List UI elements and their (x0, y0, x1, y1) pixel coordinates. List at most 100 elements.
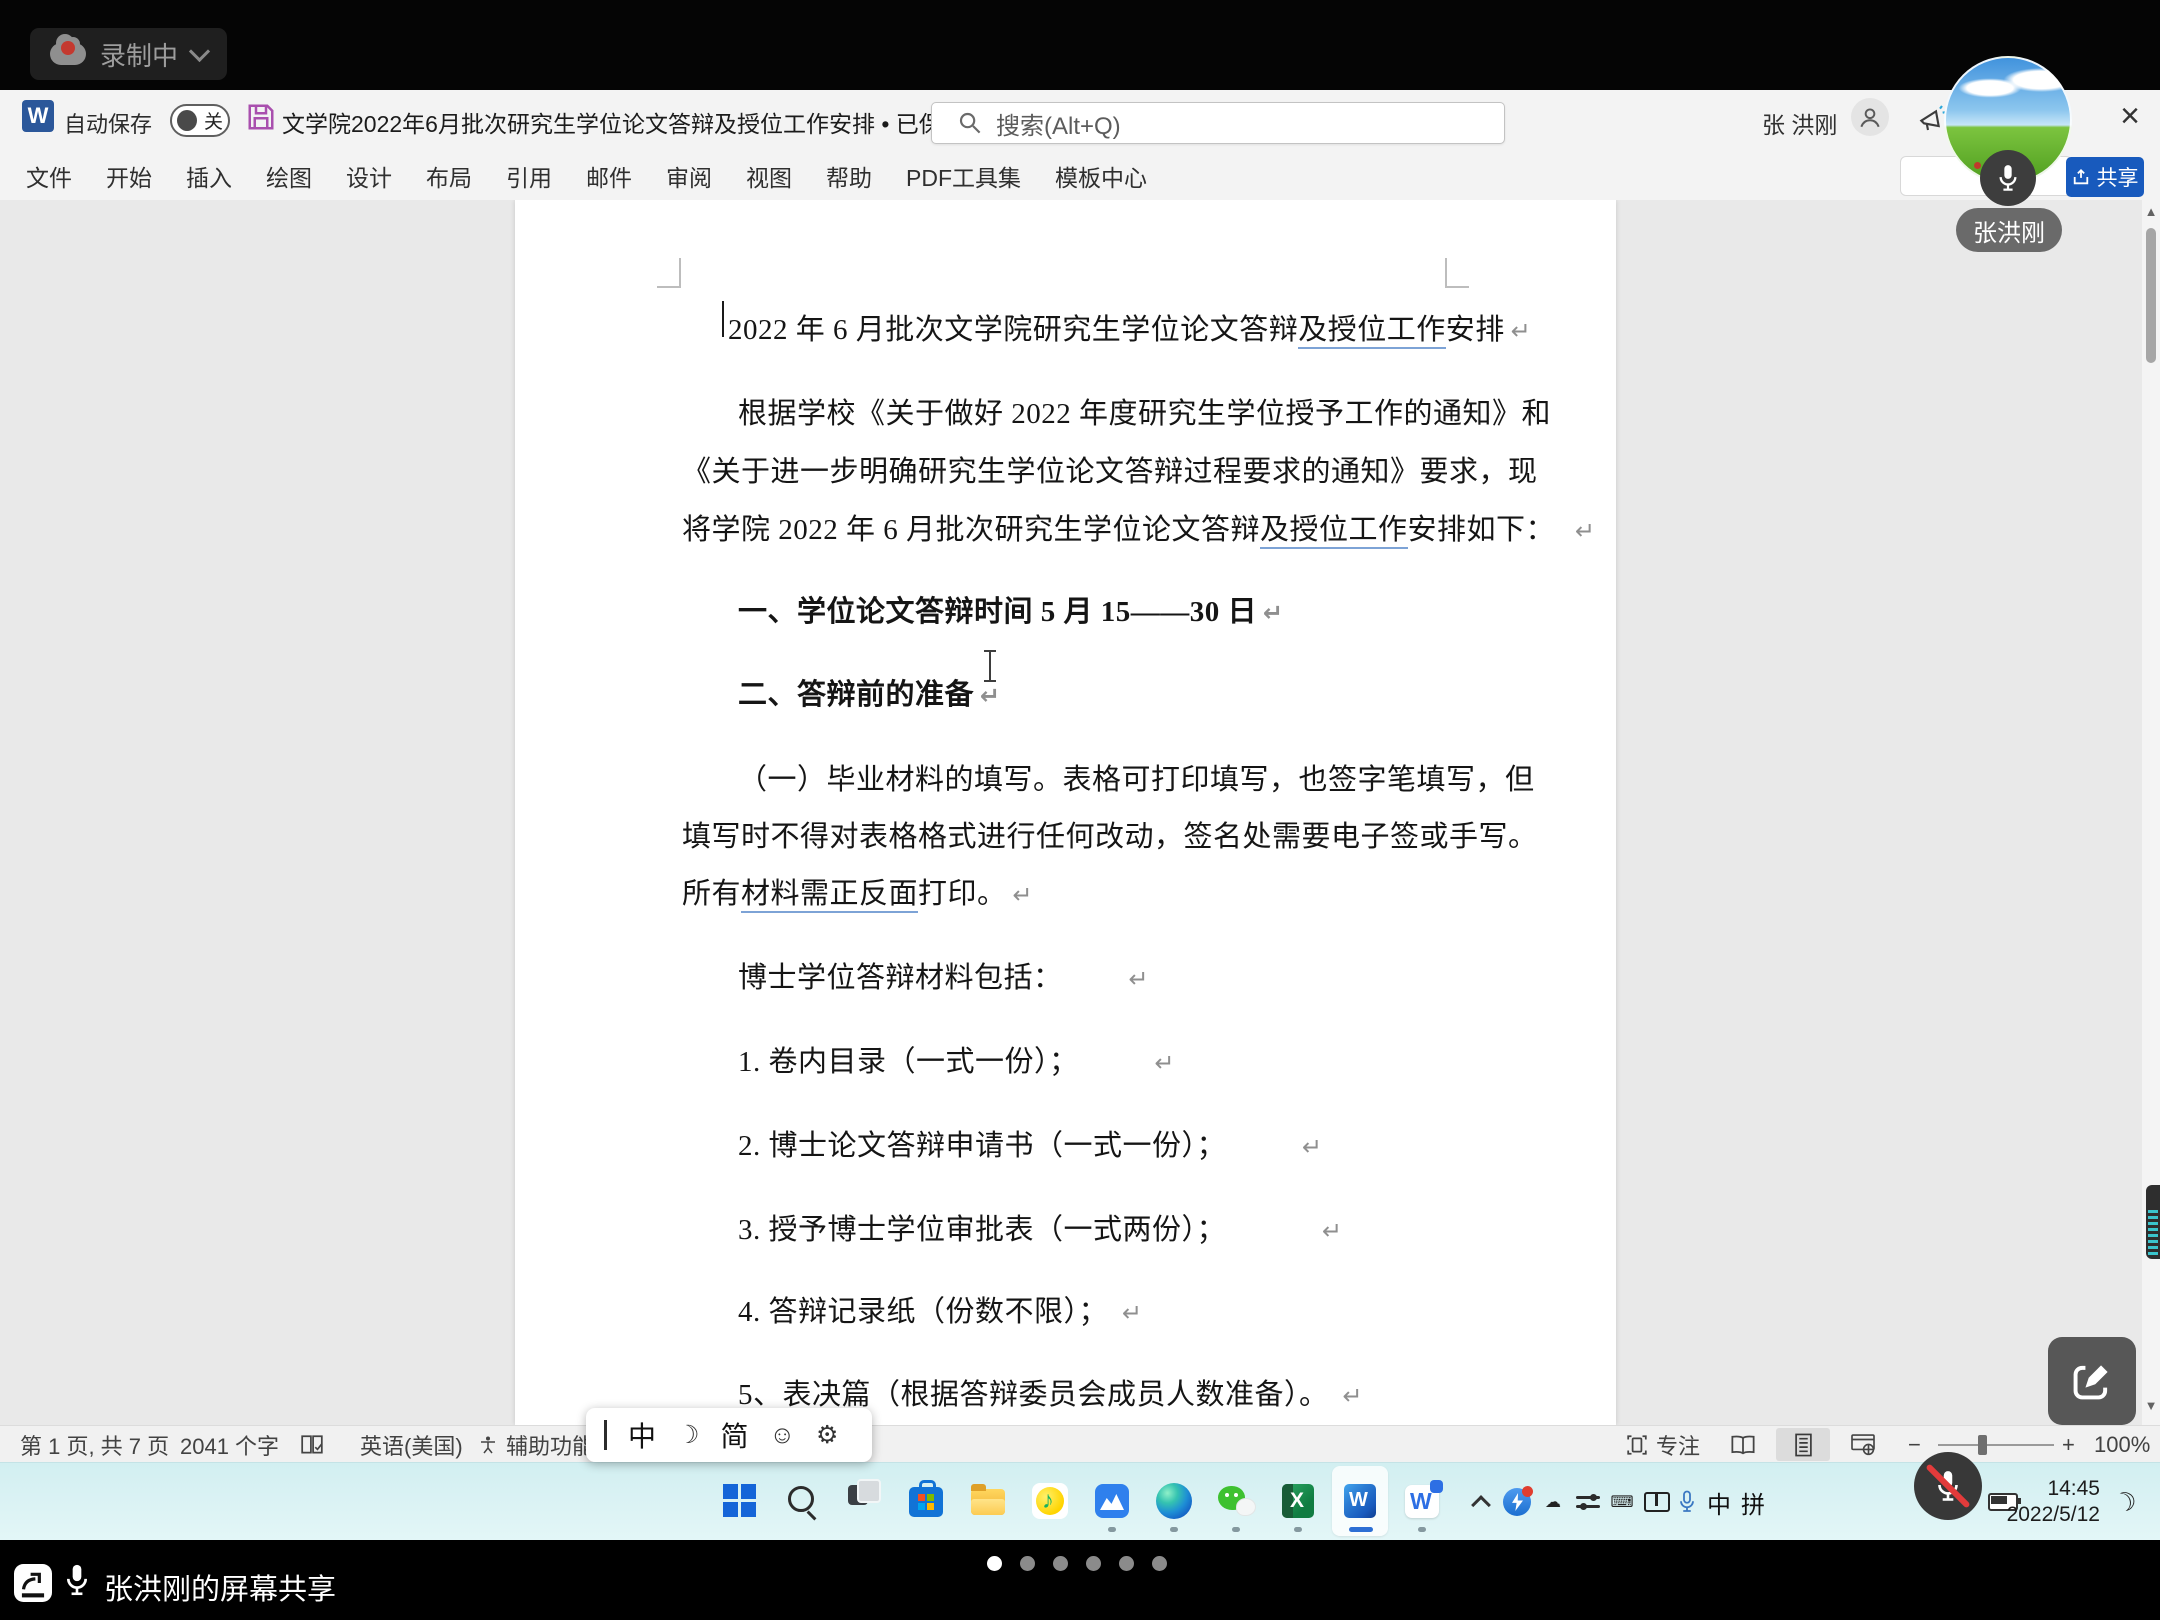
screen: 录制中 W 自动保存 关 文学院2022年6月批次研究生学位论文答辩及授位工作安… (0, 0, 2160, 1620)
taskbar-app-edge[interactable] (1146, 1466, 1202, 1536)
zoom-level[interactable]: 100% (2094, 1426, 2150, 1463)
tab-邮件[interactable]: 邮件 (586, 159, 632, 193)
wps-icon (1402, 1481, 1442, 1521)
page-dots[interactable] (987, 1556, 1167, 1571)
scroll-down-icon[interactable]: ▼ (2142, 1398, 2160, 1413)
print-layout-button[interactable] (1776, 1428, 1830, 1461)
user-avatar[interactable] (1851, 98, 1889, 136)
tab-引用[interactable]: 引用 (506, 159, 552, 193)
read-mode-button[interactable] (1716, 1428, 1770, 1461)
taskbar-app-store[interactable] (898, 1466, 954, 1536)
screen-share-banner-label: 张洪刚的屏幕共享 (104, 1566, 336, 1608)
document-text-line: 填写时不得对表格格式进行任何改动，签名处需要电子签或手写。 (682, 813, 1538, 855)
tab-插入[interactable]: 插入 (186, 159, 232, 193)
screen-share-icon (14, 1564, 52, 1602)
scroll-up-icon[interactable]: ▲ (2142, 204, 2160, 219)
recording-label: 录制中 (100, 36, 178, 73)
scrollbar-thumb[interactable] (2146, 228, 2156, 363)
search-icon (782, 1481, 822, 1521)
zoom-out-button[interactable]: − (1908, 1426, 1921, 1463)
page-dot (1086, 1556, 1101, 1571)
tray-app-lightning-icon[interactable] (1500, 1463, 1534, 1541)
tab-帮助[interactable]: 帮助 (826, 159, 872, 193)
taskbar-app-search[interactable] (774, 1466, 830, 1536)
ime-mode-chinese[interactable]: 中 (628, 1415, 656, 1455)
margin-crop-mark (657, 258, 681, 288)
taskbar-app-word[interactable] (1332, 1466, 1388, 1536)
zoom-slider-track[interactable] (1938, 1444, 2054, 1446)
tray-keyboard-icon[interactable]: ⌨ (1604, 1463, 1640, 1541)
document-area: 2022 年 6 月批次文学院研究生学位论文答辩及授位工作安排↵ 根据学校《关于做… (0, 200, 2160, 1425)
zoom-slider-thumb[interactable] (1978, 1435, 1987, 1455)
tray-ime-pinyin[interactable]: 拼 (1736, 1463, 1770, 1541)
document-page[interactable]: 2022 年 6 月批次文学院研究生学位论文答辩及授位工作安排↵ 根据学校《关于做… (515, 200, 1616, 1425)
proofing-icon (300, 1434, 324, 1456)
tab-PDF工具集[interactable]: PDF工具集 (906, 159, 1021, 193)
user-name[interactable]: 张 洪刚 (1762, 106, 1837, 140)
edge-icon (1154, 1481, 1194, 1521)
taskbar-app-wps[interactable] (1394, 1466, 1450, 1536)
ime-settings-gear-icon[interactable]: ⚙ (816, 1420, 838, 1450)
ime-emoji-icon[interactable]: ☺ (769, 1421, 795, 1450)
document-text-line: 二、答辩前的准备↵ (738, 671, 1001, 713)
focus-label: 专注 (1656, 1429, 1700, 1461)
tab-模板中心[interactable]: 模板中心 (1055, 159, 1147, 193)
focus-button[interactable]: 专注 (1626, 1426, 1700, 1463)
explorer-icon (968, 1481, 1008, 1521)
page-dot (987, 1556, 1002, 1571)
ime-caret (604, 1420, 607, 1450)
tab-设计[interactable]: 设计 (346, 159, 392, 193)
annotation-pen-button[interactable] (2048, 1337, 2136, 1425)
tab-开始[interactable]: 开始 (106, 159, 152, 193)
recording-indicator[interactable]: 录制中 (30, 28, 227, 80)
taskbar-app-mountain[interactable] (1084, 1466, 1140, 1536)
taskbar-app-explorer[interactable] (960, 1466, 1016, 1536)
taskbar-clock[interactable]: 14:45 2022/5/12 (2026, 1463, 2100, 1541)
mountain-icon (1092, 1481, 1132, 1521)
tray-microphone-icon[interactable] (1672, 1463, 1702, 1541)
tray-cloud-icon[interactable]: ☁ (1536, 1463, 1570, 1541)
language-status[interactable]: 英语(美国) (360, 1426, 463, 1463)
page-indicator[interactable]: 第 1 页, 共 7 页 (20, 1426, 169, 1463)
tray-window-split-icon[interactable] (1640, 1463, 1674, 1541)
save-icon[interactable] (246, 102, 276, 132)
word-title-bar: W 自动保存 关 文学院2022年6月批次研究生学位论文答辩及授位工作安排 • … (0, 90, 2160, 152)
tray-focus-assist-moon-icon[interactable]: ☽ (2097, 1460, 2153, 1545)
camera-mic-overlay[interactable] (1980, 150, 2036, 206)
presenter-name-tooltip: 张洪刚 (1956, 208, 2062, 252)
share-button[interactable]: 共享 (2066, 157, 2144, 197)
read-mode-icon (1730, 1435, 1756, 1455)
proofing-status[interactable] (300, 1426, 324, 1463)
chevron-down-icon[interactable] (189, 40, 210, 61)
mute-microphone-button[interactable] (1914, 1452, 1982, 1520)
word-count[interactable]: 2041 个字 (180, 1426, 279, 1463)
paragraph-mark-icon: ↵ (1129, 965, 1150, 993)
close-button[interactable]: × (2108, 94, 2152, 138)
ime-moon-icon[interactable]: ☽ (677, 1420, 699, 1450)
taskbar-app-excel[interactable] (1270, 1466, 1326, 1536)
tab-绘图[interactable]: 绘图 (266, 159, 312, 193)
recording-cloud-icon (50, 43, 86, 65)
text-caret (722, 301, 724, 337)
zoom-in-button[interactable]: + (2062, 1426, 2075, 1463)
document-text-line: 所有材料需正反面打印。↵ (682, 870, 1033, 912)
autosave-toggle[interactable]: 关 (170, 104, 230, 137)
tab-布局[interactable]: 布局 (426, 159, 472, 193)
taskbar-app-qqmusic[interactable] (1022, 1466, 1078, 1536)
tray-ime-mode[interactable]: 中 (1702, 1463, 1736, 1541)
taskbar-app-wechat[interactable] (1208, 1466, 1264, 1536)
search-input[interactable]: 搜索(Alt+Q) (931, 102, 1505, 144)
meeting-top-bar: 录制中 (0, 0, 2160, 90)
taskbar-app-start[interactable] (712, 1466, 768, 1536)
tab-文件[interactable]: 文件 (26, 159, 72, 193)
tab-审阅[interactable]: 审阅 (666, 159, 712, 193)
accessibility-icon (478, 1435, 498, 1455)
ime-simplified[interactable]: 简 (720, 1415, 748, 1455)
document-text-line: 2022 年 6 月批次文学院研究生学位论文答辩及授位工作安排↵ (728, 306, 1531, 348)
taskbar-app-taskview[interactable] (836, 1466, 892, 1536)
document-text-line: 根据学校《关于做好 2022 年度研究生学位授予工作的通知》和 (738, 390, 1551, 432)
tray-settings-sliders-icon[interactable] (1572, 1463, 1604, 1541)
web-layout-button[interactable] (1836, 1428, 1890, 1461)
tray-overflow-chevron-icon[interactable] (1466, 1463, 1496, 1541)
tab-视图[interactable]: 视图 (746, 159, 792, 193)
